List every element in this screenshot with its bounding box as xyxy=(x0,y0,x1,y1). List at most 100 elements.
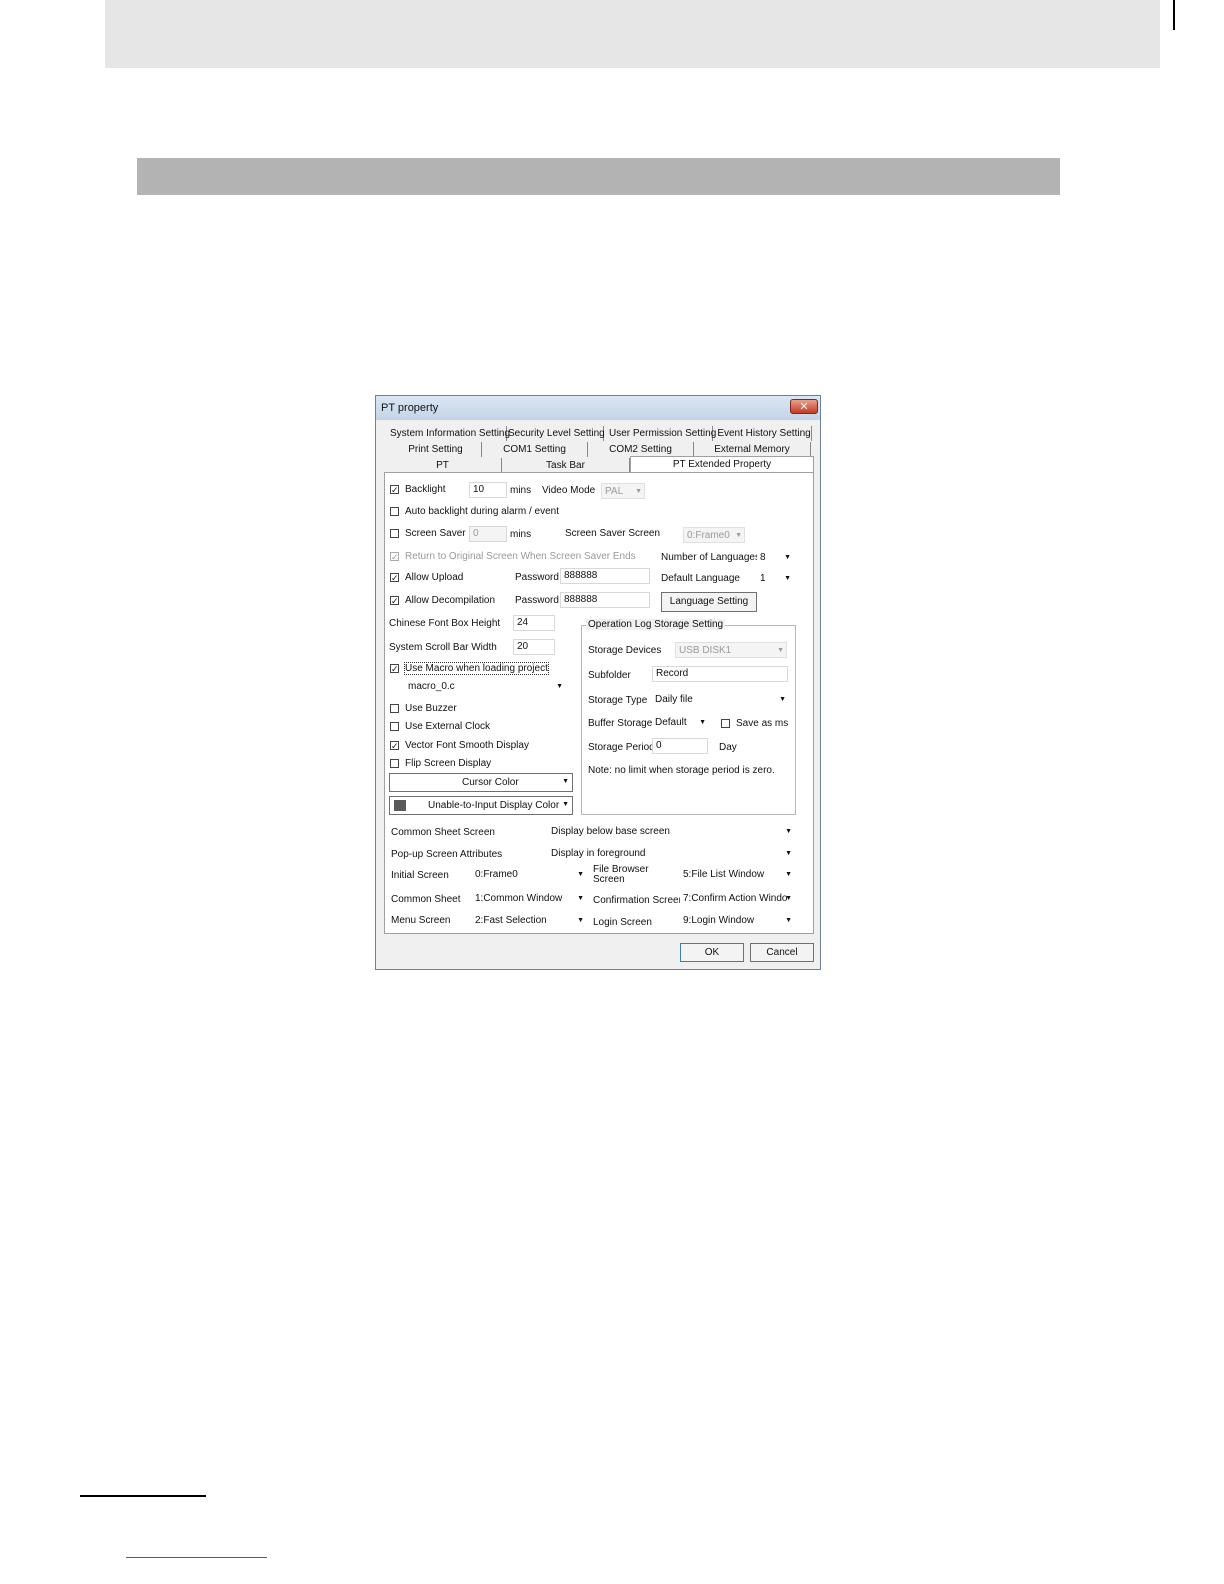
page-header-band xyxy=(105,0,1160,68)
buffer-storage-label: Buffer Storage xyxy=(588,718,653,729)
storage-period-unit: Day xyxy=(719,742,737,753)
dialog-title: PT property xyxy=(381,402,439,414)
confirmation-screen-select[interactable]: 7:Confirm Action Windo ▼ xyxy=(680,891,794,907)
dialog-titlebar: PT property ✕ xyxy=(376,396,820,420)
default-language-label: Default Language xyxy=(661,573,740,584)
chevron-down-icon: ▼ xyxy=(699,719,706,726)
allow-upload-checkbox[interactable]: ✓ xyxy=(390,573,399,583)
macro-value: macro_0.c xyxy=(408,681,455,692)
subfolder-input[interactable]: Record xyxy=(652,666,788,682)
login-screen-label: Login Screen xyxy=(593,917,652,928)
auto-backlight-checkbox[interactable] xyxy=(390,507,399,516)
buffer-storage-select[interactable]: Default ▼ xyxy=(652,715,708,731)
storage-period-label: Storage Period xyxy=(588,742,655,753)
unable-color-label: Unable-to-Input Display Color xyxy=(428,800,560,811)
language-setting-button[interactable]: Language Setting xyxy=(661,592,757,612)
use-macro-checkbox[interactable]: ✓ xyxy=(390,664,399,674)
popup-attributes-select[interactable]: Display in foreground ▼ xyxy=(548,846,794,862)
chevron-down-icon: ▼ xyxy=(785,895,792,902)
common-sheet-screen-label: Common Sheet Screen xyxy=(391,827,495,838)
allow-decompilation-checkbox[interactable]: ✓ xyxy=(390,596,399,606)
tab-pt-extended-property[interactable]: PT Extended Property xyxy=(630,456,814,473)
macro-select[interactable]: macro_0.c ▼ xyxy=(405,679,565,695)
use-external-clock-label: Use External Clock xyxy=(405,721,491,732)
tab-system-information-setting[interactable]: System Information Setting xyxy=(390,426,510,441)
num-languages-select[interactable]: 8 ▼ xyxy=(757,550,793,566)
close-button[interactable]: ✕ xyxy=(790,399,818,414)
initial-screen-label: Initial Screen xyxy=(391,870,449,881)
vector-font-smooth-checkbox[interactable]: ✓ xyxy=(390,741,399,751)
storage-type-select[interactable]: Daily file ▼ xyxy=(652,692,788,708)
unable-to-input-color-dropdown[interactable]: Unable-to-Input Display Color ▼ xyxy=(389,796,573,815)
tab-security-level-setting[interactable]: Security Level Setting xyxy=(508,426,605,441)
flip-screen-label: Flip Screen Display xyxy=(405,758,492,769)
confirmation-screen-label: Confirmation Screen xyxy=(593,895,685,906)
login-screen-select[interactable]: 9:Login Window ▼ xyxy=(680,913,794,929)
chevron-down-icon: ▼ xyxy=(635,488,642,495)
tab-pt[interactable]: PT xyxy=(384,458,502,473)
storage-devices-label: Storage Devices xyxy=(588,645,662,656)
screen-saver-minutes-input[interactable]: 0 xyxy=(469,526,507,542)
tab-event-history-setting[interactable]: Event History Setting xyxy=(717,426,812,441)
popup-attributes-value: Display in foreground xyxy=(551,848,646,859)
backlight-minutes-input[interactable]: 10 xyxy=(469,482,507,498)
flip-screen-checkbox[interactable] xyxy=(390,759,399,768)
tab-external-memory[interactable]: External Memory xyxy=(694,442,811,457)
default-language-select[interactable]: 1 ▼ xyxy=(757,571,793,587)
common-sheet-label: Common Sheet xyxy=(391,894,461,905)
use-buzzer-checkbox[interactable] xyxy=(390,704,399,713)
upload-password-input[interactable]: 888888 xyxy=(560,568,650,584)
tab-task-bar[interactable]: Task Bar xyxy=(502,458,630,473)
screen-saver-screen-value: 0:Frame0 xyxy=(687,530,730,541)
menu-screen-select[interactable]: 2:Fast Selection ▼ xyxy=(472,913,586,929)
screen-saver-checkbox[interactable] xyxy=(390,529,399,538)
chevron-down-icon: ▼ xyxy=(556,683,563,690)
pt-property-dialog: PT property ✕ System Information Setting… xyxy=(375,395,821,970)
menu-screen-value: 2:Fast Selection xyxy=(475,915,547,926)
save-as-ms-checkbox[interactable] xyxy=(721,719,730,728)
chevron-down-icon: ▼ xyxy=(562,801,569,808)
system-scroll-bar-width-input[interactable]: 20 xyxy=(513,639,555,655)
unable-color-swatch xyxy=(394,800,406,811)
chevron-down-icon: ▼ xyxy=(785,828,792,835)
decompilation-password-input[interactable]: 888888 xyxy=(560,592,650,608)
ok-button[interactable]: OK xyxy=(680,943,744,962)
storage-devices-value: USB DISK1 xyxy=(679,645,732,656)
use-macro-label: Use Macro when loading project xyxy=(404,662,549,675)
video-mode-select[interactable]: PAL ▼ xyxy=(601,483,645,499)
common-sheet-screen-value: Display below base screen xyxy=(551,826,670,837)
menu-screen-label: Menu Screen xyxy=(391,915,451,926)
tab-com2-setting[interactable]: COM2 Setting xyxy=(588,442,694,457)
file-browser-screen-select[interactable]: 5:File List Window ▼ xyxy=(680,867,794,883)
auto-backlight-label: Auto backlight during alarm / event xyxy=(405,506,559,517)
chevron-down-icon: ▼ xyxy=(784,575,791,582)
tab-com1-setting[interactable]: COM1 Setting xyxy=(482,442,588,457)
upload-password-label: Password xyxy=(515,572,559,583)
backlight-checkbox[interactable]: ✓ xyxy=(390,485,399,495)
num-languages-value: 8 xyxy=(760,552,766,563)
use-buzzer-label: Use Buzzer xyxy=(405,703,457,714)
use-external-clock-checkbox[interactable] xyxy=(390,722,399,731)
screen-saver-screen-select[interactable]: 0:Frame0 ▼ xyxy=(683,527,745,543)
operation-log-title: Operation Log Storage Setting xyxy=(586,619,726,630)
chevron-down-icon: ▼ xyxy=(785,850,792,857)
chinese-font-box-height-input[interactable]: 24 xyxy=(513,615,555,631)
initial-screen-select[interactable]: 0:Frame0 ▼ xyxy=(472,867,586,883)
file-browser-screen-label: File Browser Screen xyxy=(593,865,649,885)
cursor-color-dropdown[interactable]: Cursor Color ▼ xyxy=(389,773,573,792)
chevron-down-icon: ▼ xyxy=(785,917,792,924)
tab-print-setting[interactable]: Print Setting xyxy=(390,442,482,457)
chevron-down-icon: ▼ xyxy=(577,871,584,878)
tab-user-permission-setting[interactable]: User Permission Setting xyxy=(609,426,716,441)
cancel-button[interactable]: Cancel xyxy=(750,943,814,962)
chevron-down-icon: ▼ xyxy=(777,647,784,654)
return-original-checkbox[interactable]: ✓ xyxy=(390,552,399,562)
common-sheet-select[interactable]: 1:Common Window ▼ xyxy=(472,891,586,907)
common-sheet-screen-select[interactable]: Display below base screen ▼ xyxy=(548,824,794,840)
login-screen-value: 9:Login Window xyxy=(683,915,755,926)
storage-type-value: Daily file xyxy=(655,694,693,705)
storage-period-input[interactable]: 0 xyxy=(652,738,708,754)
screen-saver-label: Screen Saver xyxy=(405,528,466,539)
storage-devices-select[interactable]: USB DISK1 ▼ xyxy=(675,642,787,658)
chevron-down-icon: ▼ xyxy=(784,554,791,561)
